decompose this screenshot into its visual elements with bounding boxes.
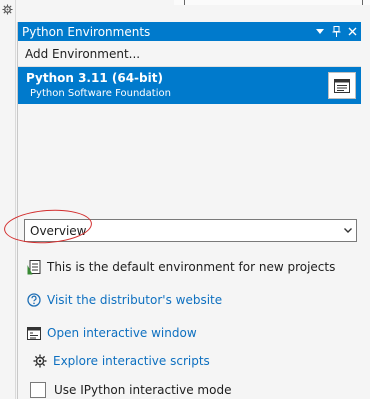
environment-vendor: Python Software Foundation bbox=[30, 88, 171, 99]
tab-separator bbox=[362, 0, 363, 5]
ipython-mode-row: Use IPython interactive mode bbox=[30, 381, 231, 399]
environment-list[interactable]: Python 3.11 (64-bit) Python Software Fou… bbox=[18, 66, 361, 227]
ipython-mode-checkbox[interactable] bbox=[30, 382, 46, 398]
view-selector-dropdown[interactable]: Overview bbox=[24, 219, 357, 242]
add-environment-button[interactable]: Add Environment... bbox=[25, 47, 140, 61]
window-title-bar[interactable]: Python Environments bbox=[18, 22, 361, 41]
distributor-website-link[interactable]: Visit the distributor's website bbox=[47, 293, 222, 307]
environment-item[interactable]: Python 3.11 (64-bit) Python Software Fou… bbox=[18, 67, 361, 104]
help-icon bbox=[26, 292, 42, 308]
overview-icon bbox=[334, 78, 350, 93]
gear-icon bbox=[32, 353, 48, 369]
overview-button[interactable] bbox=[328, 72, 356, 99]
ipython-mode-label[interactable]: Use IPython interactive mode bbox=[54, 383, 231, 397]
window-title: Python Environments bbox=[22, 24, 151, 39]
interactive-scripts-row: Explore interactive scripts bbox=[32, 352, 210, 370]
chevron-down-icon[interactable] bbox=[313, 22, 327, 41]
editor-tab-strip bbox=[174, 0, 370, 5]
python-environments-window: Python Environments Add Environment... P… bbox=[2, 22, 370, 399]
screenshot-root: Python Environments Add Environment... P… bbox=[0, 0, 370, 399]
chevron-down-icon bbox=[340, 228, 356, 233]
default-environment-text: This is the default environment for new … bbox=[47, 260, 336, 274]
gear-icon bbox=[2, 4, 13, 15]
open-interactive-window-link[interactable]: Open interactive window bbox=[47, 326, 197, 340]
environment-name: Python 3.11 (64-bit) bbox=[26, 71, 163, 85]
add-environment-row: Add Environment... bbox=[18, 42, 361, 66]
interactive-window-row: Open interactive window bbox=[26, 324, 197, 342]
default-environment-icon bbox=[26, 259, 42, 275]
editor-gutter bbox=[0, 0, 16, 399]
interactive-window-icon bbox=[26, 325, 42, 341]
tab-separator bbox=[184, 0, 185, 5]
distributor-row: Visit the distributor's website bbox=[26, 291, 222, 309]
pin-icon[interactable] bbox=[329, 22, 343, 41]
close-icon[interactable] bbox=[345, 22, 359, 41]
default-environment-row: This is the default environment for new … bbox=[26, 258, 335, 276]
view-selector-value: Overview bbox=[30, 223, 87, 238]
explore-interactive-scripts-link[interactable]: Explore interactive scripts bbox=[53, 354, 210, 368]
